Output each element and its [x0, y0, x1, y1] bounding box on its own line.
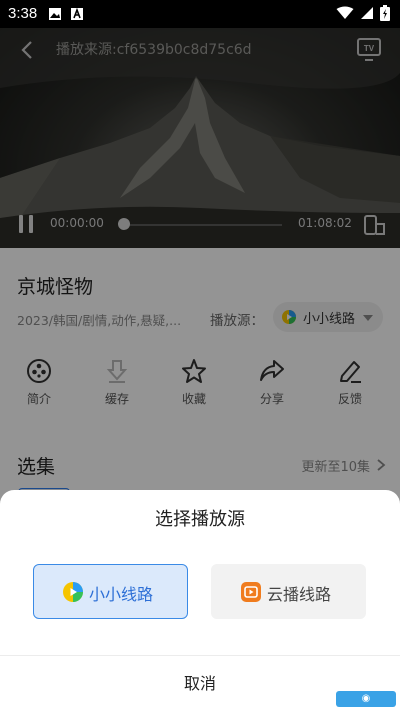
yunbo-logo-icon — [241, 582, 261, 602]
watermark-logo: ◉ — [336, 691, 396, 707]
status-time: 3:38 — [8, 5, 38, 22]
xiaoxiao-logo-icon — [63, 582, 83, 602]
status-bar: 3:38 — [0, 0, 400, 28]
wifi-icon — [336, 6, 354, 19]
image-notification-icon — [49, 8, 61, 20]
source-option-yunbo[interactable]: 云播线路 — [211, 564, 366, 619]
sheet-title: 选择播放源 — [155, 509, 245, 530]
source-picker-sheet: 选择播放源 小小线路 云播线路 取消 — [0, 490, 400, 711]
source-option-name: 小小线路 — [89, 585, 154, 604]
source-option-xiaoxiao[interactable]: 小小线路 — [33, 564, 188, 619]
signal-icon — [361, 7, 373, 19]
a-notification-icon — [71, 7, 83, 20]
battery-charging-icon — [380, 5, 390, 21]
source-option-name: 云播线路 — [267, 585, 332, 604]
